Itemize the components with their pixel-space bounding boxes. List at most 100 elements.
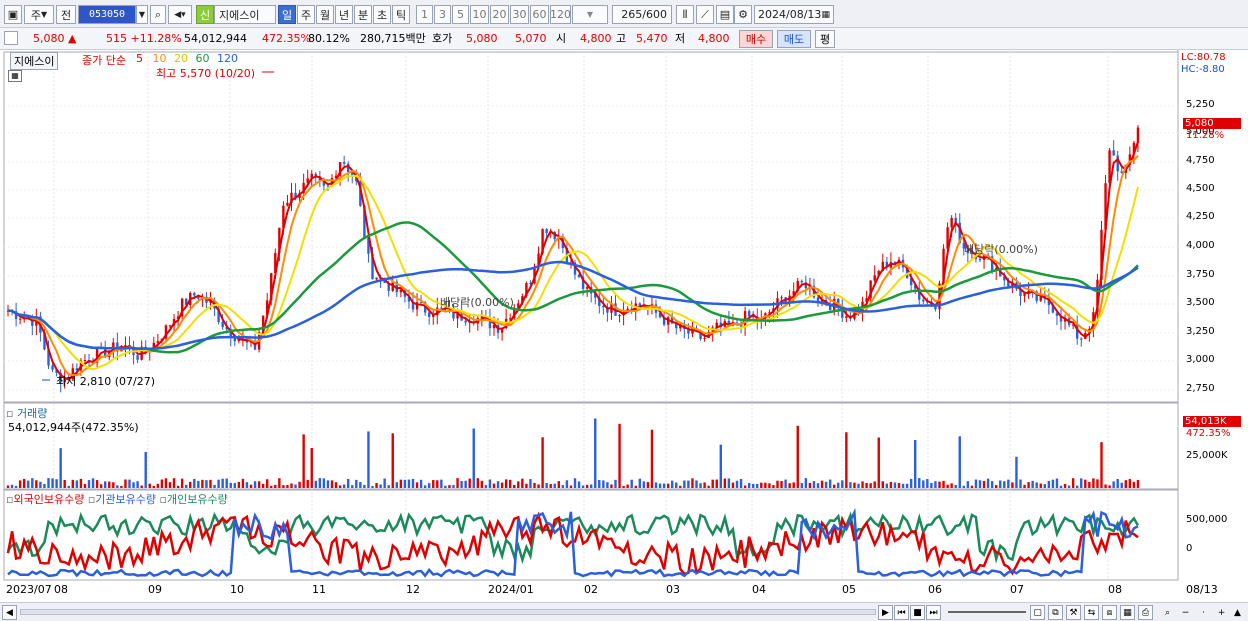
- volume-bar: [120, 485, 123, 488]
- x-axis-label: 11: [312, 583, 326, 596]
- volume-bar: [642, 481, 646, 488]
- volume-bar: [675, 482, 678, 488]
- expand-icon[interactable]: ▲: [1230, 605, 1245, 620]
- period-tab-1[interactable]: 주: [297, 5, 315, 24]
- copy-icon[interactable]: ⧉: [1048, 605, 1063, 620]
- volume-bar: [379, 484, 382, 488]
- period-tab-2[interactable]: 월: [316, 5, 334, 24]
- compare-icon[interactable]: ⇆: [1084, 605, 1099, 620]
- tools-icon[interactable]: ⚒: [1066, 605, 1081, 620]
- volume-bar: [1116, 479, 1119, 488]
- ma-line-4: [7, 260, 1139, 350]
- count-dropdown[interactable]: ▼: [572, 5, 608, 24]
- sell-button[interactable]: 매도: [777, 30, 811, 48]
- code-dropdown-icon[interactable]: ▼: [136, 5, 148, 24]
- save-icon[interactable]: ▤: [716, 5, 734, 24]
- volume-bar: [881, 481, 884, 488]
- volume-bar: [1084, 479, 1087, 488]
- period-tab-5[interactable]: 초: [373, 5, 391, 24]
- market-select[interactable]: 주 ▼: [24, 5, 54, 24]
- volume-bar: [841, 480, 844, 488]
- stop-icon[interactable]: ■: [910, 605, 925, 620]
- count-button-7[interactable]: 120: [550, 5, 571, 24]
- prev-button[interactable]: 전: [56, 5, 76, 24]
- volume-bar: [824, 481, 828, 488]
- checkbox-icon[interactable]: [4, 31, 18, 45]
- volume-bar: [691, 478, 694, 488]
- period-tab-4[interactable]: 분: [354, 5, 372, 24]
- count-button-0[interactable]: 1: [416, 5, 433, 24]
- count-button-1[interactable]: 3: [434, 5, 451, 24]
- zoom-slider[interactable]: [948, 611, 1026, 613]
- stock-code-input[interactable]: 053050: [78, 5, 136, 24]
- period-tab-6[interactable]: 틱: [392, 5, 410, 24]
- candle-body: [1080, 338, 1083, 340]
- volume-bar: [205, 480, 208, 488]
- period-tab-3[interactable]: 년: [335, 5, 353, 24]
- count-button-4[interactable]: 20: [490, 5, 509, 24]
- volume-bar: [1104, 484, 1107, 488]
- count-input[interactable]: 265/600: [612, 5, 672, 24]
- grid-icon[interactable]: ▦: [1120, 605, 1135, 620]
- x-axis-label: 08: [54, 583, 68, 596]
- zoom-search-icon[interactable]: ⌕: [1160, 605, 1175, 620]
- volume-bar: [47, 478, 50, 488]
- volume-bar: [1019, 479, 1022, 488]
- scrollbar[interactable]: [20, 609, 876, 615]
- volume-bar: [496, 481, 500, 488]
- volume-bar: [581, 485, 585, 488]
- scroll-right-icon[interactable]: ▶: [878, 605, 893, 620]
- period-tab-0[interactable]: 일: [278, 5, 296, 24]
- volume-bar: [995, 485, 998, 488]
- stock-name-field[interactable]: 지에스이: [214, 5, 276, 24]
- volume-bar: [849, 482, 852, 488]
- volume-bar: [743, 485, 747, 488]
- buy-button[interactable]: 매수: [739, 30, 773, 48]
- volume-bar: [1059, 485, 1063, 488]
- search-icon[interactable]: ⌕: [150, 5, 166, 24]
- chart-canvas[interactable]: [0, 50, 1248, 602]
- print-icon[interactable]: ⎙: [1138, 605, 1153, 620]
- date-input[interactable]: 2024/08/13 ▦: [754, 5, 834, 24]
- zoom-reset-icon[interactable]: ·: [1196, 605, 1211, 620]
- count-button-3[interactable]: 10: [470, 5, 489, 24]
- last-price-tag: 5,080: [1183, 118, 1241, 129]
- draw-tool-icon[interactable]: ⟋: [696, 5, 714, 24]
- volume-bar: [573, 478, 577, 488]
- candle-type-icon[interactable]: ⫴: [676, 5, 694, 24]
- volume-bar: [464, 480, 467, 488]
- candle-body: [618, 315, 621, 317]
- chart-area[interactable]: 지에스이 종가 단순 5 10 20 60 120 ▦ 최고 5,570 (10…: [0, 50, 1248, 602]
- last-icon[interactable]: ⏭: [926, 605, 941, 620]
- volume-bar: [1043, 484, 1046, 488]
- avg-button[interactable]: 평: [815, 30, 835, 48]
- volume-bar: [942, 480, 945, 488]
- volume-bar: [638, 478, 641, 488]
- count-button-5[interactable]: 30: [510, 5, 529, 24]
- volume-bar: [845, 432, 848, 488]
- volume-bar: [480, 480, 484, 488]
- scroll-left-icon[interactable]: ◀: [2, 605, 17, 620]
- calculator-icon[interactable]: ▦: [8, 70, 22, 82]
- volume-bar: [261, 483, 265, 488]
- window-menu-icon[interactable]: ▣: [4, 5, 22, 24]
- volume-bar: [185, 484, 188, 488]
- layout-icon[interactable]: ▢: [1030, 605, 1045, 620]
- volume-bar: [1088, 482, 1091, 488]
- gear-icon[interactable]: ⚙: [734, 5, 752, 24]
- volume-bar: [10, 484, 14, 488]
- sound-icon[interactable]: ◀▾: [168, 5, 192, 24]
- volume-bar: [914, 440, 917, 488]
- volume-bar: [634, 485, 637, 488]
- first-icon[interactable]: ⏮: [894, 605, 909, 620]
- zoom-in-icon[interactable]: +: [1214, 605, 1229, 620]
- volume-bar: [35, 480, 38, 488]
- high-label: 고: [616, 32, 627, 45]
- volume-bar: [1132, 481, 1136, 488]
- zoom-out-icon[interactable]: −: [1178, 605, 1193, 620]
- volume-bar: [954, 485, 957, 488]
- overlay-icon[interactable]: ⧈: [1102, 605, 1117, 620]
- volume-bar: [274, 484, 277, 488]
- count-button-6[interactable]: 60: [530, 5, 549, 24]
- count-button-2[interactable]: 5: [452, 5, 469, 24]
